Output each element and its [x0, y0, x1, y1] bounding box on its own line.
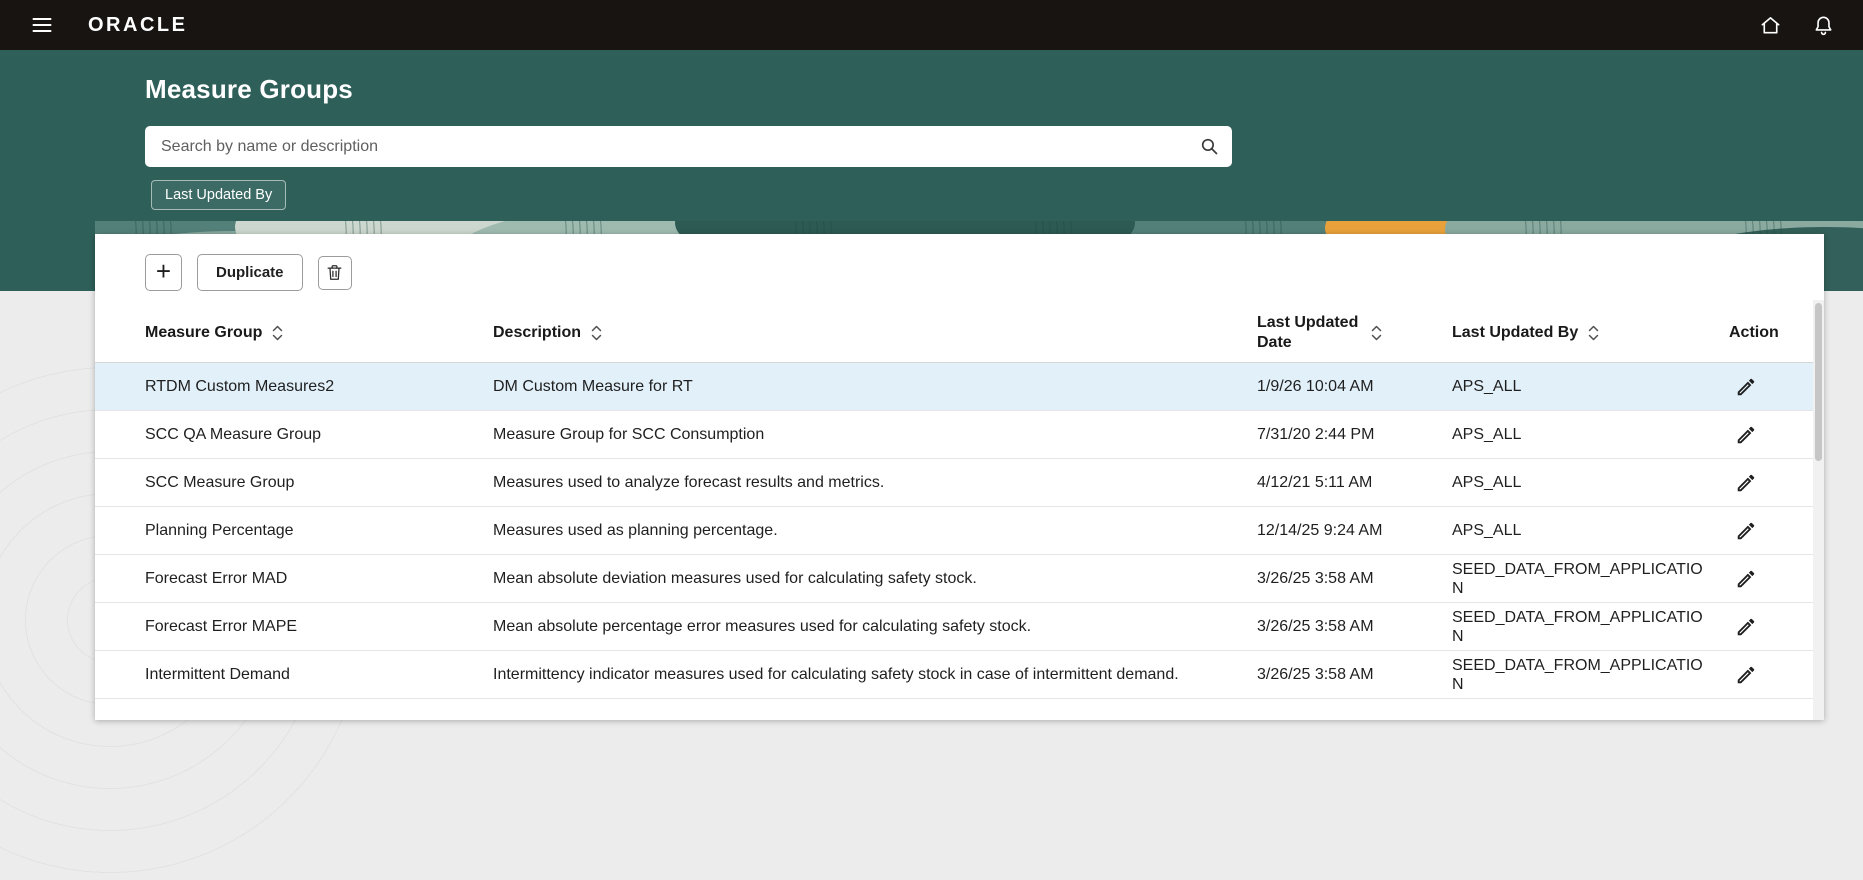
column-header-last-updated-date: Last Updated Date: [1257, 313, 1452, 353]
table-row[interactable]: RTDM Custom Measures2 DM Custom Measure …: [95, 363, 1824, 411]
pencil-icon: [1735, 424, 1757, 446]
search-input[interactable]: [145, 126, 1232, 167]
cell-last-updated-by: APS_ALL: [1452, 521, 1729, 540]
table-header-row: Measure Group Description Last Updated D…: [95, 303, 1824, 363]
cell-description: Measure Group for SCC Consumption: [493, 426, 1257, 444]
cell-last-updated-by: SEED_DATA_FROM_APPLICATION: [1452, 656, 1729, 694]
duplicate-button[interactable]: Duplicate: [197, 254, 303, 291]
cell-measure-group: Forecast Error MAD: [145, 570, 493, 588]
table-row[interactable]: Planning Percentage Measures used as pla…: [95, 507, 1824, 555]
edit-button[interactable]: [1733, 518, 1759, 544]
home-button[interactable]: [1757, 12, 1784, 39]
column-header-action: Action: [1729, 323, 1824, 343]
edit-button[interactable]: [1733, 422, 1759, 448]
cell-last-updated-date: 3/26/25 3:58 AM: [1257, 618, 1452, 636]
cell-description: Measures used to analyze forecast result…: [493, 474, 1257, 492]
cell-action: [1729, 470, 1824, 496]
cell-description: Measures used as planning percentage.: [493, 522, 1257, 540]
hamburger-icon: [30, 13, 54, 37]
edit-button[interactable]: [1733, 470, 1759, 496]
home-icon: [1759, 14, 1782, 37]
page-title: Measure Groups: [145, 74, 1863, 105]
scrollbar-thumb[interactable]: [1815, 303, 1822, 461]
plus-icon: +: [156, 258, 171, 284]
oracle-logo: ORACLE: [88, 14, 187, 37]
add-button[interactable]: +: [145, 254, 182, 291]
sort-button-last-updated-date[interactable]: [1370, 324, 1383, 342]
delete-button[interactable]: [318, 256, 352, 290]
cell-description: Intermittency indicator measures used fo…: [493, 666, 1257, 684]
cell-last-updated-date: 3/26/25 3:58 AM: [1257, 666, 1452, 684]
sort-icon: [1370, 324, 1383, 342]
bell-icon: [1812, 14, 1835, 37]
cell-last-updated-by: APS_ALL: [1452, 425, 1729, 444]
column-header-description: Description: [493, 323, 1257, 343]
search-button[interactable]: [1192, 130, 1226, 163]
table-body: RTDM Custom Measures2 DM Custom Measure …: [95, 363, 1824, 699]
hamburger-menu-button[interactable]: [26, 9, 58, 41]
trash-icon: [325, 263, 344, 282]
table-row[interactable]: Forecast Error MAD Mean absolute deviati…: [95, 555, 1824, 603]
cell-last-updated-date: 1/9/26 10:04 AM: [1257, 378, 1452, 396]
cell-last-updated-by: APS_ALL: [1452, 377, 1729, 396]
table-row[interactable]: Intermittent Demand Intermittency indica…: [95, 651, 1824, 699]
column-header-last-updated-by: Last Updated By: [1452, 323, 1729, 343]
sort-button-last-updated-by[interactable]: [1587, 324, 1600, 342]
cell-last-updated-by: SEED_DATA_FROM_APPLICATION: [1452, 608, 1729, 646]
table-row[interactable]: SCC QA Measure Group Measure Group for S…: [95, 411, 1824, 459]
cell-measure-group: RTDM Custom Measures2: [145, 378, 493, 396]
sort-icon: [590, 324, 603, 342]
cell-measure-group: Planning Percentage: [145, 522, 493, 540]
pencil-icon: [1735, 472, 1757, 494]
search-icon: [1199, 136, 1220, 157]
cell-last-updated-date: 12/14/25 9:24 AM: [1257, 522, 1452, 540]
column-header-measure-group: Measure Group: [145, 323, 493, 343]
sort-icon: [1587, 324, 1600, 342]
top-navigation-bar: ORACLE: [0, 0, 1863, 50]
cell-measure-group: SCC QA Measure Group: [145, 426, 493, 444]
sort-button-measure-group[interactable]: [271, 324, 284, 342]
notifications-button[interactable]: [1810, 12, 1837, 39]
cell-last-updated-by: APS_ALL: [1452, 473, 1729, 492]
table-toolbar: + Duplicate: [95, 234, 1824, 291]
cell-measure-group: Intermittent Demand: [145, 666, 493, 684]
pencil-icon: [1735, 520, 1757, 542]
table-row[interactable]: Forecast Error MAPE Mean absolute percen…: [95, 603, 1824, 651]
table-row[interactable]: SCC Measure Group Measures used to analy…: [95, 459, 1824, 507]
cell-description: DM Custom Measure for RT: [493, 378, 1257, 396]
sort-button-description[interactable]: [590, 324, 603, 342]
pencil-icon: [1735, 664, 1757, 686]
cell-description: Mean absolute percentage error measures …: [493, 618, 1257, 636]
cell-action: [1729, 566, 1824, 592]
cell-action: [1729, 422, 1824, 448]
cell-action: [1729, 374, 1824, 400]
topbar-actions: [1757, 12, 1837, 39]
pencil-icon: [1735, 376, 1757, 398]
cell-measure-group: SCC Measure Group: [145, 474, 493, 492]
pencil-icon: [1735, 568, 1757, 590]
edit-button[interactable]: [1733, 566, 1759, 592]
edit-button[interactable]: [1733, 374, 1759, 400]
cell-last-updated-date: 4/12/21 5:11 AM: [1257, 474, 1452, 492]
cell-last-updated-date: 3/26/25 3:58 AM: [1257, 570, 1452, 588]
cell-action: [1729, 662, 1824, 688]
cell-last-updated-by: SEED_DATA_FROM_APPLICATION: [1452, 560, 1729, 598]
cell-action: [1729, 518, 1824, 544]
filter-chip-last-updated-by[interactable]: Last Updated By: [151, 180, 286, 210]
edit-button[interactable]: [1733, 662, 1759, 688]
search-bar: [145, 126, 1232, 167]
cell-description: Mean absolute deviation measures used fo…: [493, 570, 1257, 588]
measure-groups-card: + Duplicate Measure Group Description: [95, 234, 1824, 720]
vertical-scrollbar[interactable]: [1813, 300, 1824, 720]
cell-action: [1729, 614, 1824, 640]
pencil-icon: [1735, 616, 1757, 638]
cell-last-updated-date: 7/31/20 2:44 PM: [1257, 426, 1452, 444]
sort-icon: [271, 324, 284, 342]
cell-measure-group: Forecast Error MAPE: [145, 618, 493, 636]
edit-button[interactable]: [1733, 614, 1759, 640]
